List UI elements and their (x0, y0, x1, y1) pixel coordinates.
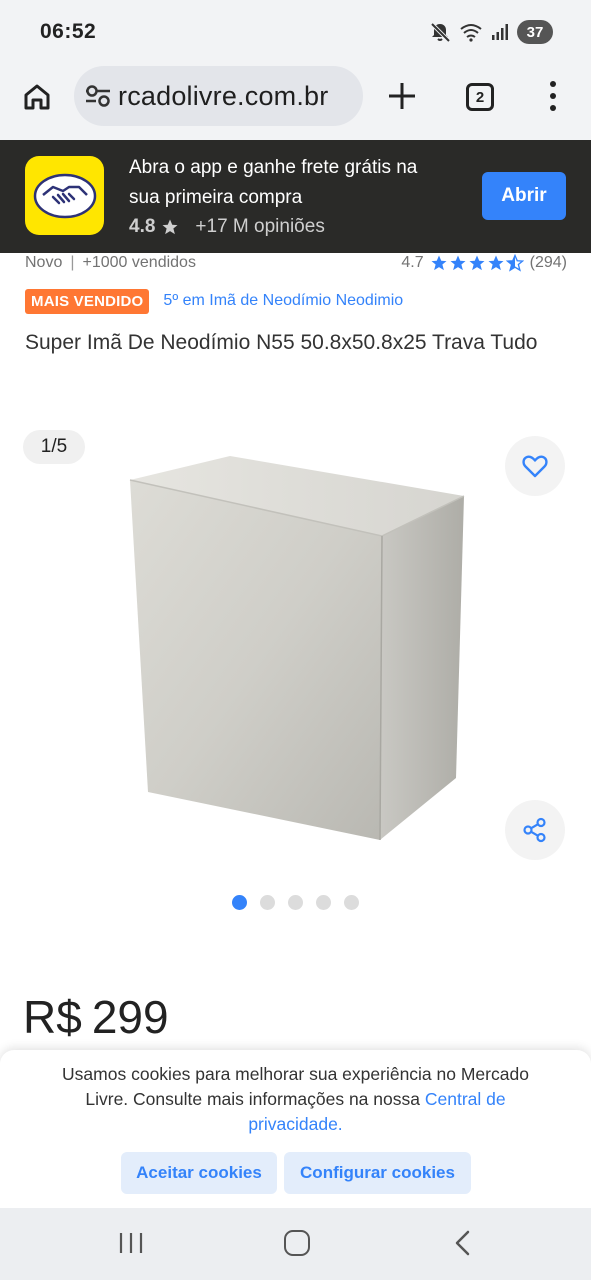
cookie-message: Usamos cookies para melhorar sua experiê… (40, 1062, 551, 1137)
home-icon (24, 84, 50, 110)
banner-rating: 4.8 +17 M opiniões (129, 216, 325, 238)
url-text: rcadolivre.com.br (118, 81, 329, 111)
banner-rating-value: 4.8 (129, 216, 156, 237)
separator: | (70, 254, 75, 271)
sold-count: +1000 vendidos (82, 254, 196, 271)
status-bar: 06:52 37 (0, 0, 591, 66)
status-icons: 37 (429, 20, 553, 44)
open-app-button[interactable]: Abrir (482, 172, 566, 220)
banner-title: Abra o app e ganhe frete grátis na sua p… (129, 157, 418, 208)
star-icon (431, 255, 447, 271)
share-icon (523, 817, 546, 843)
system-home-icon[interactable] (284, 1230, 310, 1256)
rating-value: 4.7 (401, 254, 424, 271)
site-settings-icon[interactable] (84, 83, 112, 109)
menu-icon[interactable] (542, 78, 564, 114)
share-button[interactable] (505, 800, 565, 860)
image-counter: 1/5 (23, 430, 85, 464)
address-bar[interactable]: rcadolivre.com.br (74, 66, 363, 126)
accept-cookies-button[interactable]: Aceitar cookies (121, 1152, 277, 1194)
rating-stars (430, 254, 524, 272)
star-icon (469, 255, 485, 271)
app-install-banner: Abra o app e ganhe frete grátis na sua p… (0, 140, 591, 253)
heart-icon (522, 455, 548, 478)
plus-icon[interactable] (384, 78, 420, 114)
configure-cookies-button[interactable]: Configurar cookies (284, 1152, 471, 1194)
favorite-button[interactable] (505, 436, 565, 496)
handshake-icon (33, 173, 96, 218)
half-star-icon (505, 254, 524, 272)
ranking-link[interactable]: 5º em Imã de Neodímio Neodimio (163, 292, 403, 310)
wifi-icon (460, 24, 482, 42)
recent-apps-icon[interactable] (118, 1230, 144, 1256)
mute-icon (430, 22, 451, 43)
pagination-dot-active[interactable] (232, 895, 247, 910)
product-title: Super Imã De Neodímio N55 50.8x50.8x25 T… (25, 331, 538, 354)
product-status: Novo | +1000 vendidos (25, 254, 196, 272)
system-nav-bar (0, 1208, 591, 1280)
product-condition: Novo (25, 254, 63, 271)
star-icon (450, 255, 466, 271)
product-price: R$ 299 (23, 990, 169, 1044)
pagination-dot[interactable] (316, 895, 331, 910)
product-meta: Novo | +1000 vendidos 4.7 (294) (25, 254, 567, 276)
browser-toolbar: rcadolivre.com.br 2 (0, 66, 591, 140)
battery-icon: 37 (517, 20, 553, 44)
image-pagination (232, 895, 359, 910)
best-seller-badge: MAIS VENDIDO (25, 288, 150, 314)
cookie-consent: Usamos cookies para melhorar sua experiê… (0, 1050, 591, 1210)
price-value: 299 (91, 991, 169, 1043)
product-rating[interactable]: 4.7 (294) (401, 254, 567, 272)
pagination-dot[interactable] (288, 895, 303, 910)
status-time: 06:52 (40, 20, 97, 43)
banner-opinions: +17 M opiniões (195, 216, 325, 237)
home-button[interactable] (20, 80, 54, 114)
highlights: MAIS VENDIDO 5º em Imã de Neodímio Neodi… (25, 288, 403, 314)
star-icon (162, 219, 178, 235)
star-icon (488, 255, 504, 271)
app-logo (25, 156, 104, 235)
review-count: (294) (529, 254, 567, 271)
product-image[interactable] (100, 440, 480, 850)
price-currency: R$ (23, 991, 82, 1043)
tabs-button[interactable]: 2 (466, 83, 494, 111)
pagination-dot[interactable] (344, 895, 359, 910)
pagination-dot[interactable] (260, 895, 275, 910)
signal-icon (492, 24, 508, 40)
back-icon[interactable] (452, 1229, 472, 1257)
